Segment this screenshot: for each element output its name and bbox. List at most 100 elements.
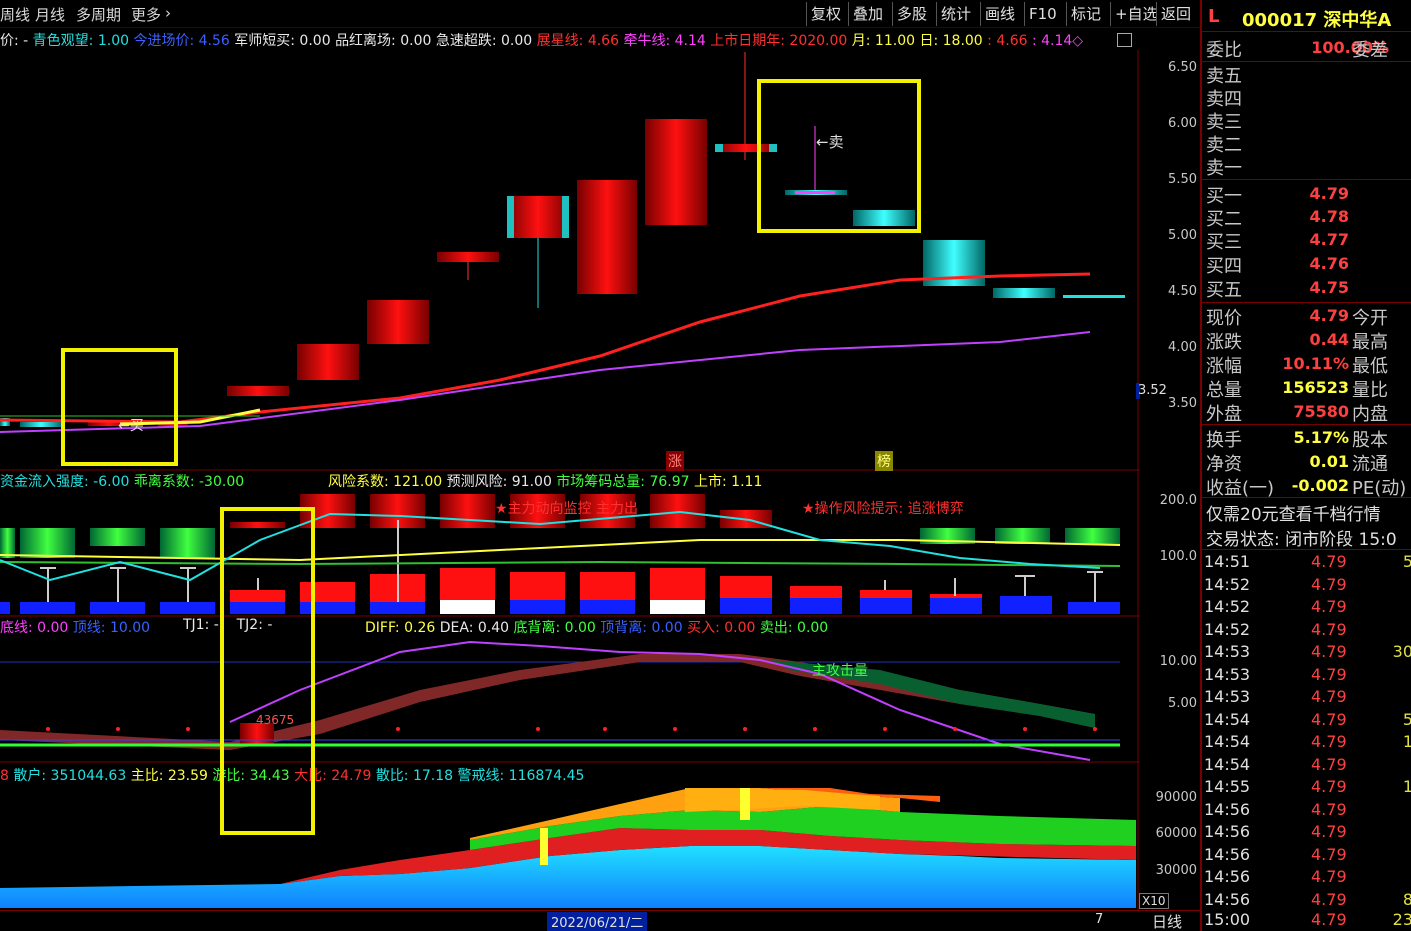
chevron-right-icon[interactable]: › <box>165 4 171 22</box>
btn-back[interactable]: 返回 <box>1156 2 1195 26</box>
attack-volume-label: 主攻击量 <box>812 663 868 679</box>
zhang-marker: 涨 <box>666 451 684 471</box>
axis-label: 5.50 <box>1168 172 1197 187</box>
top-toolbar: 周线 月线 多周期 更多 › 复权 叠加 多股 统计 画线 F10 标记 +自选… <box>0 0 1200 28</box>
axis-label: 60000 <box>1155 826 1197 841</box>
period-tab-daily[interactable]: 日线 <box>1152 911 1182 931</box>
axis-label: 200.0 <box>1159 493 1197 508</box>
ind-v2: : 4.14◇ <box>1031 33 1084 49</box>
candle <box>20 422 62 427</box>
axis-label: 6.00 <box>1168 116 1197 131</box>
axis-label: 4.50 <box>1168 284 1197 299</box>
risk-indicator-line-2: 风险系数: 121.00 预测风险: 91.00 市场筹码总量: 76.97 上… <box>328 471 762 491</box>
ind-risk-coef: 风险系数: 121.00 <box>328 474 443 490</box>
highlight-buy-box <box>61 348 178 466</box>
btn-mark[interactable]: 标记 <box>1066 2 1105 26</box>
tick-row: 14:53 4.79 <box>1204 687 1347 706</box>
highlight-indicator-box <box>220 507 315 835</box>
ind-retail-ratio: 散比: 17.18 <box>375 768 454 784</box>
tick-row: 14:54 4.79 5 <box>1204 710 1411 729</box>
ind-price: 价: - <box>0 33 29 49</box>
tick-row: 15:00 4.79 23 <box>1204 910 1411 929</box>
macd-indicator-line: 底线: 0.00 顶线: 10.00 <box>0 617 150 637</box>
tick-row: 14:56 4.79 8 <box>1204 890 1411 909</box>
tick-row: 14:52 4.79 <box>1204 575 1347 594</box>
weibi-tail: 委差 <box>1352 40 1388 61</box>
axis-label: 5.00 <box>1168 228 1197 243</box>
ind-month: 月: 11.00 <box>851 33 916 49</box>
ind-sell-out: 卖出: 0.00 <box>759 620 829 636</box>
bid-row: 买二 4.78 <box>1206 207 1349 230</box>
btn-stats[interactable]: 统计 <box>936 2 975 26</box>
axis-label: 3.50 <box>1168 396 1197 411</box>
ind-retail: 散户: 351044.63 <box>13 768 127 784</box>
ask-row: 卖五 <box>1206 66 1242 87</box>
tick-row: 14:53 4.79 <box>1204 665 1347 684</box>
bid-row: 买一 4.79 <box>1206 184 1349 207</box>
candle <box>227 386 289 396</box>
ind-cyan-watch: 青色观望: 1.00 <box>32 33 130 49</box>
tick-row: 14:52 4.79 <box>1204 620 1347 639</box>
ind-dea: DEA: 0.40 <box>439 620 510 636</box>
current-price-tag: 3.52 <box>1138 383 1167 398</box>
volume-panel <box>0 788 1136 908</box>
ind-v1: : 4.66 <box>987 33 1028 49</box>
stat-row: 涨跌 0.44 最高 <box>1206 330 1388 353</box>
volume-unit: X10 <box>1139 893 1169 909</box>
candle <box>507 196 569 238</box>
ind-capital-inflow: 资金流入强度: -6.00 <box>0 474 130 490</box>
ind-top-line: 顶线: 10.00 <box>72 620 151 636</box>
tick-row: 14:54 4.79 <box>1204 755 1347 774</box>
btn-overlay[interactable]: 叠加 <box>848 2 887 26</box>
ind-niu-line: 牵牛线: 4.14 <box>623 33 706 49</box>
ind-magenta-exit: 品红离场: 0.00 <box>335 33 432 49</box>
candle <box>367 300 429 344</box>
ask-row: 卖三 <box>1206 112 1242 133</box>
ind-bottom-line: 底线: 0.00 <box>0 620 69 636</box>
toolbar-weekly[interactable]: 周线 <box>0 4 30 25</box>
candle <box>297 344 359 380</box>
btn-add-favorite[interactable]: +自选 <box>1110 2 1162 26</box>
ind-short-buy: 军师短买: 0.00 <box>234 33 331 49</box>
tick-row: 14:53 4.79 30 <box>1204 642 1411 661</box>
ind-rapid-drop: 急速超跌: 0.00 <box>435 33 533 49</box>
ind-day: 日: 18.00 <box>919 33 983 49</box>
btn-fuquan[interactable]: 复权 <box>806 2 845 26</box>
collapse-icon[interactable] <box>1117 33 1132 47</box>
candle <box>1063 295 1125 298</box>
axis-label: 5.00 <box>1168 696 1197 711</box>
main-indicator-line: 价: - 青色观望: 1.00 今进场价: 4.56 军师短买: 0.00 品红… <box>0 30 1083 50</box>
alert-main-force: ★主力动向监控 主力出 <box>495 501 639 517</box>
tick-row: 14:56 4.79 <box>1204 822 1347 841</box>
promo-link[interactable]: 仅需20元查看千档行情 <box>1204 500 1411 525</box>
macd-values-line: DIFF: 0.26 DEA: 0.40 底背离: 0.00 顶背离: 0.00… <box>365 617 828 637</box>
btn-draw-line[interactable]: 画线 <box>980 2 1019 26</box>
tick-row: 14:56 4.79 <box>1204 845 1347 864</box>
btn-f10[interactable]: F10 <box>1024 2 1061 26</box>
candle <box>993 288 1055 298</box>
ind-top-div: 顶背离: 0.00 <box>600 620 683 636</box>
quote-panel: L 000017 深中华A 委比 100.00% 委差 卖五 卖四 卖三 卖二 … <box>1200 0 1411 931</box>
axis-label: 100.0 <box>1159 549 1197 564</box>
bid-row: 买四 4.76 <box>1206 254 1349 277</box>
ind-tj1: TJ1: - <box>183 617 219 633</box>
ind-star-line: 展星线: 4.66 <box>536 33 619 49</box>
toolbar-more[interactable]: 更多 <box>131 4 161 25</box>
toolbar-monthly[interactable]: 月线 <box>35 4 65 25</box>
tick-row: 14:51 4.79 5 <box>1204 552 1411 571</box>
stat-row: 涨幅 10.11% 最低 <box>1206 354 1388 377</box>
axis-label: 90000 <box>1155 790 1197 805</box>
stock-code-name: 000017 深中华A <box>1242 10 1392 31</box>
tick-row: 14:54 4.79 1 <box>1204 732 1411 751</box>
btn-multi-stock[interactable]: 多股 <box>892 2 931 26</box>
ind-entry-price: 今进场价: 4.56 <box>133 33 230 49</box>
ind-alert-line: 警戒线: 116874.45 <box>457 768 585 784</box>
alert-operation-risk: ★操作风险提示: 追涨博弈 <box>802 501 964 517</box>
stock-header: L 000017 深中华A <box>1202 0 1411 32</box>
tick-row: 14:56 4.79 <box>1204 867 1347 886</box>
stat-row: 外盘 75580 内盘 <box>1206 402 1388 425</box>
cursor-date: 2022/06/21/二 <box>547 912 648 931</box>
candle <box>645 119 707 225</box>
bid-row: 买五 4.75 <box>1206 278 1349 301</box>
toolbar-multi-period[interactable]: 多周期 <box>76 4 121 25</box>
